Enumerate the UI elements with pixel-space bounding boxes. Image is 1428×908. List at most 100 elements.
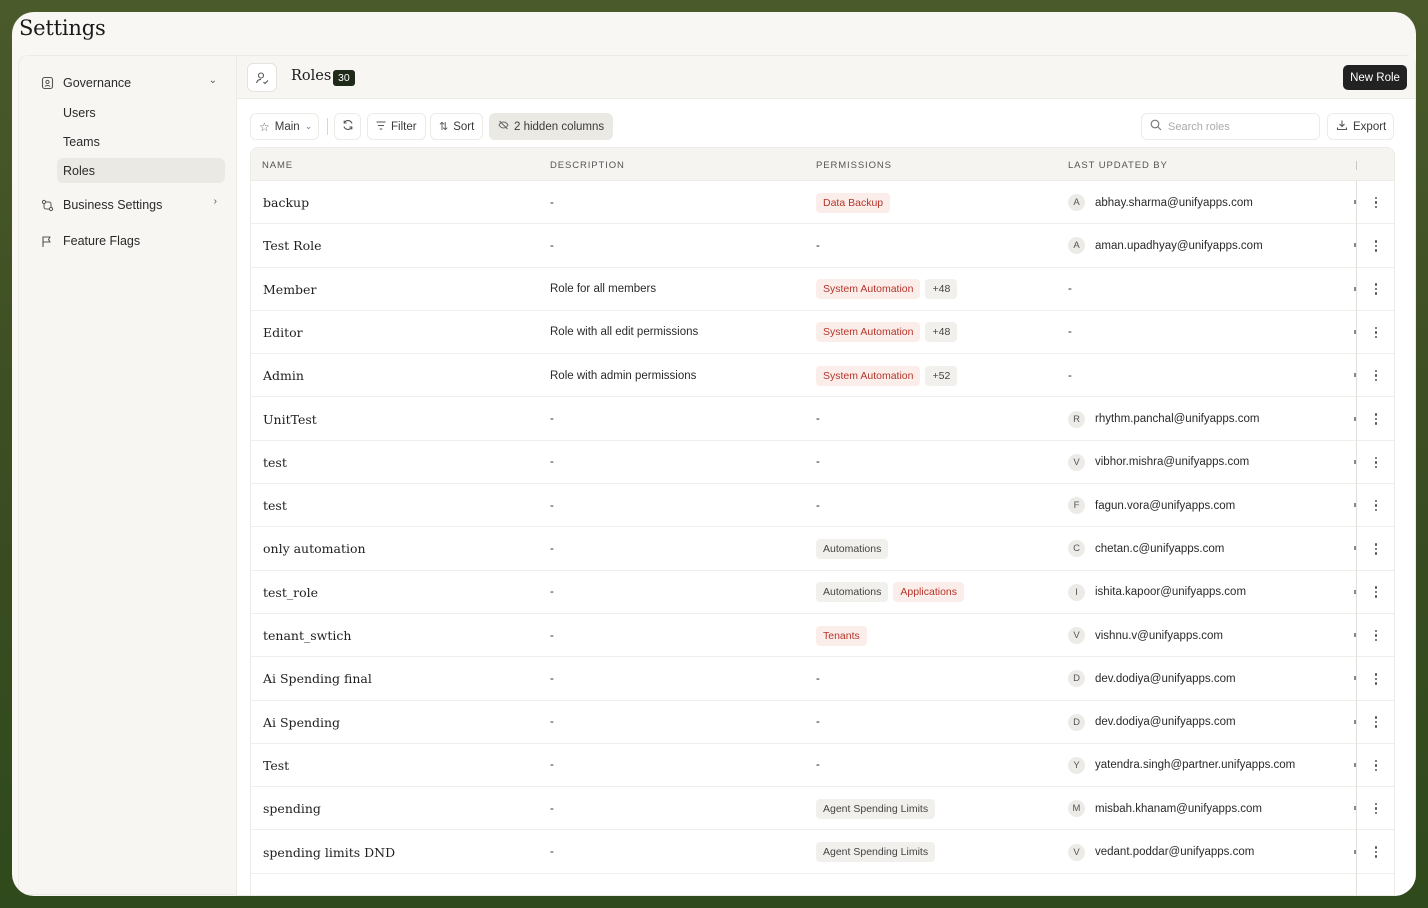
table-row[interactable]: test - - Ffagun.vora@unifyapps.com bbox=[251, 484, 1394, 528]
row-actions-kebab-icon[interactable] bbox=[1368, 194, 1384, 211]
role-permissions: Automations bbox=[816, 527, 889, 570]
permission-tag[interactable]: Data Backup bbox=[816, 192, 891, 213]
download-icon bbox=[1336, 119, 1348, 134]
table-row[interactable]: UnitTest - - Rrhythm.panchal@unifyapps.com bbox=[251, 398, 1394, 441]
role-name: Ai Spending final bbox=[263, 671, 372, 687]
column-header-permissions[interactable]: PERMISSIONS bbox=[816, 160, 892, 171]
sidebar-group-feature-flags[interactable]: Feature Flags bbox=[29, 229, 225, 253]
permission-tag[interactable]: System Automation bbox=[816, 365, 921, 386]
role-description: - bbox=[550, 499, 554, 512]
row-actions-kebab-icon[interactable] bbox=[1368, 237, 1384, 254]
permission-tag[interactable]: System Automation bbox=[816, 279, 921, 300]
permission-tag[interactable]: System Automation bbox=[816, 322, 921, 343]
column-resize-handle[interactable] bbox=[1356, 161, 1357, 170]
workflow-icon bbox=[39, 197, 55, 213]
permission-tag[interactable]: Tenants bbox=[816, 625, 867, 646]
column-header-name[interactable]: NAME bbox=[262, 160, 293, 171]
row-actions-kebab-icon[interactable] bbox=[1368, 844, 1384, 861]
role-description: - bbox=[550, 759, 554, 772]
row-actions-kebab-icon[interactable] bbox=[1368, 411, 1384, 428]
permission-tag[interactable]: Applications bbox=[893, 582, 964, 603]
permission-tag[interactable]: Agent Spending Limits bbox=[816, 798, 936, 819]
search-input[interactable] bbox=[1168, 120, 1308, 133]
row-actions-kebab-icon[interactable] bbox=[1368, 757, 1384, 774]
table-row[interactable]: only automation - Automations Cchetan.c@uni… bbox=[251, 527, 1394, 571]
row-actions-kebab-icon[interactable] bbox=[1368, 670, 1384, 687]
row-actions-kebab-icon[interactable] bbox=[1368, 800, 1384, 817]
role-permissions: Agent Spending Limits bbox=[816, 831, 936, 874]
sidebar-group-governance[interactable]: Governance ⌄ bbox=[29, 71, 225, 95]
page-title: Roles bbox=[291, 68, 332, 84]
table-row[interactable]: Editor Role with all edit permissions Syst… bbox=[251, 311, 1394, 355]
row-actions-kebab-icon[interactable] bbox=[1368, 497, 1384, 514]
row-actions-kebab-icon[interactable] bbox=[1368, 281, 1384, 298]
sidebar-item-roles[interactable]: Roles bbox=[57, 158, 225, 183]
role-name: UnitTest bbox=[263, 411, 317, 427]
role-description: - bbox=[550, 413, 554, 425]
role-name: Test Role bbox=[263, 238, 322, 254]
table-row[interactable]: Ai Spending - - Ddev.dodiya@unifyapps.com bbox=[251, 701, 1394, 744]
search-field[interactable] bbox=[1141, 113, 1320, 140]
export-button[interactable]: Export bbox=[1327, 113, 1394, 140]
permission-tag[interactable]: Agent Spending Limits bbox=[816, 842, 936, 862]
row-actions-kebab-icon[interactable] bbox=[1368, 540, 1384, 557]
table-row[interactable]: test - - Vvibhor.mishra@unifyapps.com bbox=[251, 441, 1394, 485]
eye-off-icon bbox=[498, 120, 509, 133]
permission-tag[interactable]: Automations bbox=[816, 538, 889, 559]
last-updated-by: Ffagun.vora@unifyapps.com bbox=[1068, 484, 1235, 527]
permission-tag[interactable]: +48 bbox=[925, 322, 958, 343]
user-email: - bbox=[1068, 283, 1072, 296]
permission-tag[interactable]: +52 bbox=[925, 365, 958, 386]
role-permissions: - bbox=[816, 657, 820, 700]
last-updated-by: Aaman.upadhyay@unifyapps.com bbox=[1068, 224, 1263, 267]
table-row[interactable]: backup - Data Backup Aabhay.sharma@unifyapp… bbox=[251, 181, 1394, 225]
table-row[interactable]: Test Role - - Aaman.upadhyay@unifyapps.com bbox=[251, 224, 1394, 268]
row-actions-kebab-icon[interactable] bbox=[1368, 627, 1384, 644]
row-actions-kebab-icon[interactable] bbox=[1368, 714, 1384, 731]
permission-tag[interactable]: +48 bbox=[925, 279, 958, 300]
permission-tag[interactable]: Automations bbox=[816, 582, 889, 603]
hidden-columns-button[interactable]: 2 hidden columns bbox=[489, 113, 614, 140]
export-label: Export bbox=[1353, 120, 1387, 133]
last-updated-by: - bbox=[1068, 268, 1072, 311]
filter-button[interactable]: Filter bbox=[367, 113, 426, 140]
row-actions-kebab-icon[interactable] bbox=[1368, 367, 1384, 384]
role-description: - bbox=[550, 716, 554, 729]
avatar: D bbox=[1068, 670, 1085, 688]
user-email: vibhor.mishra@unifyapps.com bbox=[1095, 456, 1250, 469]
column-header-description[interactable]: DESCRIPTION bbox=[550, 160, 625, 171]
column-header-last-updated-by[interactable]: LAST UPDATED BY bbox=[1068, 160, 1168, 171]
role-description: - bbox=[550, 629, 554, 642]
row-actions-kebab-icon[interactable] bbox=[1368, 584, 1384, 601]
settings-window: Settings Governance ⌄ Users Teams Roles … bbox=[12, 12, 1416, 896]
table-row[interactable]: tenant_swtich - Tenants Vvishnu.v@unifyapps… bbox=[251, 614, 1394, 658]
sidebar-item-teams[interactable]: Teams bbox=[57, 129, 225, 154]
last-updated-by: Cchetan.c@unifyapps.com bbox=[1068, 527, 1224, 570]
role-description: Role for all members bbox=[550, 283, 657, 296]
table-row[interactable]: spending - Agent Spending Limits Mmisbah.kh… bbox=[251, 787, 1394, 831]
last-updated-by: Rrhythm.panchal@unifyapps.com bbox=[1068, 398, 1259, 441]
sidebar-item-label: Teams bbox=[63, 134, 100, 149]
new-role-button[interactable]: New Role bbox=[1343, 65, 1407, 90]
sort-button[interactable]: ⇅ Sort bbox=[430, 113, 484, 140]
table-row[interactable]: test_role - Automations Applications Iishita… bbox=[251, 571, 1394, 614]
row-actions-kebab-icon[interactable] bbox=[1368, 324, 1384, 341]
table-row[interactable]: Admin Role with admin permissions System A… bbox=[251, 354, 1394, 398]
user-email: misbah.khanam@unifyapps.com bbox=[1095, 802, 1263, 815]
sidebar-group-business-settings[interactable]: Business Settings › bbox=[29, 193, 225, 217]
sidebar-item-users[interactable]: Users bbox=[57, 100, 225, 125]
refresh-icon bbox=[342, 119, 354, 134]
table-row[interactable]: spending limits DND - Agent Spending Limit… bbox=[251, 831, 1394, 874]
role-permissions: Agent Spending Limits bbox=[816, 787, 936, 830]
role-description: - bbox=[550, 802, 554, 815]
hidden-columns-label: 2 hidden columns bbox=[514, 120, 605, 133]
row-actions-kebab-icon[interactable] bbox=[1368, 454, 1384, 471]
table-row[interactable]: Test - - Yyatendra.singh@partner.unifyapps.… bbox=[251, 744, 1394, 788]
refresh-button[interactable] bbox=[334, 113, 361, 140]
table-row[interactable]: Member Role for all members System Automat… bbox=[251, 268, 1394, 311]
user-email: vishnu.v@unifyapps.com bbox=[1095, 629, 1224, 642]
table-row[interactable]: Ai Spending final - - Ddev.dodiya@unifyapps… bbox=[251, 657, 1394, 701]
badge-icon bbox=[39, 75, 55, 91]
last-updated-by: Iishita.kapoor@unifyapps.com bbox=[1068, 571, 1246, 614]
view-selector-button[interactable]: ☆ Main ⌄ bbox=[250, 113, 319, 140]
